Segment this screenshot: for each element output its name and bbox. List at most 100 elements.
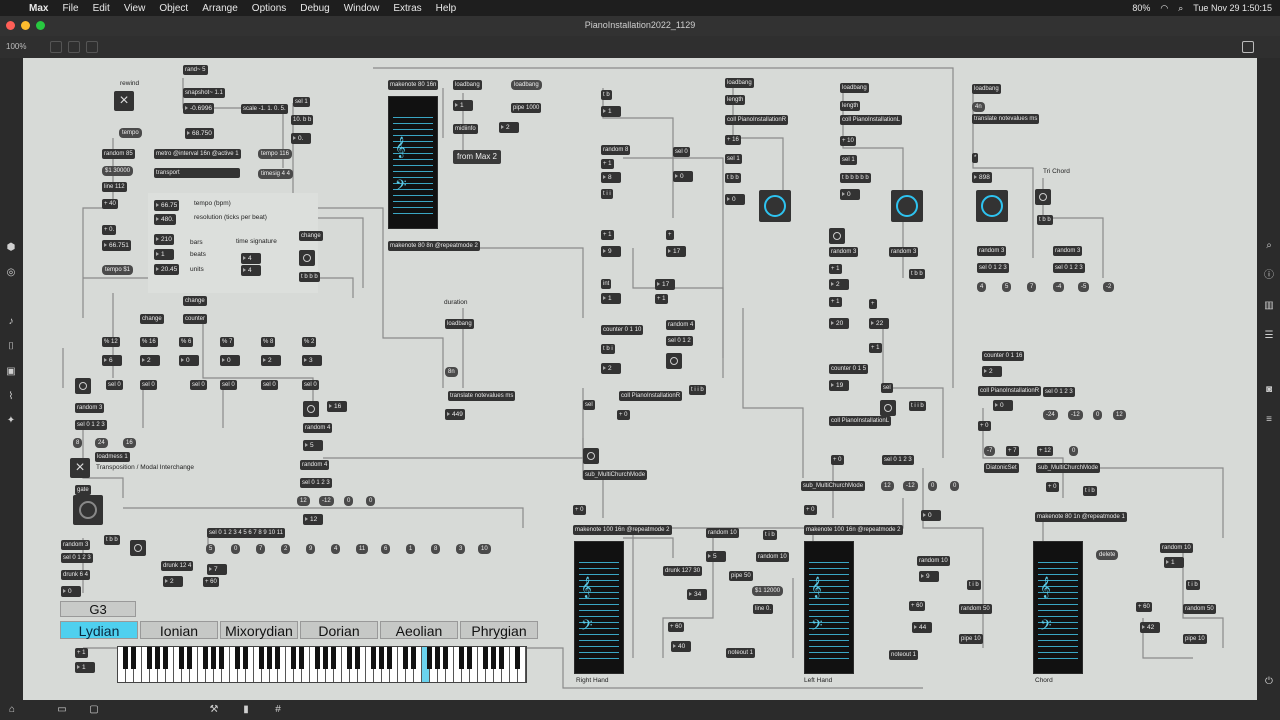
pipe10-object-b[interactable]: pipe 10	[1183, 634, 1207, 644]
number-40[interactable]: 40	[671, 641, 691, 652]
coll-l-object-1[interactable]: coll PianoInstallationL	[840, 115, 903, 125]
black-key[interactable]	[427, 647, 432, 669]
tbb-object-d[interactable]: t b b	[1037, 215, 1053, 225]
number-17b[interactable]: 17	[655, 279, 675, 290]
plus-object-c[interactable]: +	[666, 230, 674, 240]
loadbang-object-6[interactable]: loadbang	[972, 84, 1001, 94]
plus60-object-c[interactable]: + 60	[909, 601, 925, 611]
counter-object[interactable]: counter	[183, 314, 208, 324]
random3e-object[interactable]: random 3	[977, 246, 1007, 256]
random10d-object[interactable]: random 10	[1160, 543, 1193, 553]
menu-max[interactable]: Max	[22, 3, 55, 14]
ring-indicator-1[interactable]	[759, 190, 791, 222]
mod2-result[interactable]: 3	[302, 355, 322, 366]
black-key[interactable]	[347, 647, 352, 669]
length-object-1[interactable]: length	[725, 95, 746, 105]
bang-random3[interactable]	[829, 228, 845, 244]
random4c-object[interactable]: random 4	[666, 320, 696, 330]
msg-12b[interactable]: 12	[881, 481, 894, 491]
grid-bottom-icon[interactable]: #	[272, 704, 284, 716]
number-20[interactable]: 20	[829, 318, 849, 329]
number-1e[interactable]: 1	[1164, 557, 1184, 568]
black-key[interactable]	[211, 647, 216, 669]
counter0110-object[interactable]: counter 0 1 10	[601, 325, 644, 335]
sel0123c-object[interactable]: sel 0 1 2 3	[61, 553, 93, 563]
counter0116-object[interactable]: counter 0 1 16	[982, 351, 1025, 361]
chord-msg-12[interactable]: 12	[1113, 410, 1126, 420]
tempo116-message[interactable]: tempo 116	[258, 149, 292, 159]
delete-message[interactable]: delete	[1096, 550, 1119, 560]
plus1c-object[interactable]: + 1	[601, 230, 614, 240]
black-key[interactable]	[299, 647, 304, 669]
tib-object-a[interactable]: t i b	[763, 530, 777, 540]
mod6-result[interactable]: 0	[179, 355, 199, 366]
tempo-message[interactable]: tempo	[119, 128, 142, 138]
sub-multichurchmode-2[interactable]: sub_MultiChurchMode	[801, 481, 866, 491]
chord-msg-7[interactable]: 7	[1027, 282, 1037, 292]
plus7-object[interactable]: + 7	[1006, 446, 1019, 456]
loadbang-object-2[interactable]: loadbang	[511, 80, 542, 90]
plus40-object[interactable]: + 40	[102, 199, 118, 209]
number-0f[interactable]: 0	[840, 189, 860, 200]
change3-object[interactable]: change	[140, 314, 164, 324]
number-5[interactable]: 5	[303, 440, 323, 451]
plus0c-object[interactable]: + 0	[573, 505, 586, 515]
plus0f-object[interactable]: + 0	[1046, 482, 1059, 492]
menu-window[interactable]: Window	[337, 3, 387, 14]
coll-r-object-2[interactable]: coll PianoInstallationR	[725, 115, 789, 125]
loadbang-object-5[interactable]: loadbang	[840, 83, 869, 93]
plus12-object[interactable]: + 12	[1037, 446, 1053, 456]
row-val-2[interactable]: 7	[256, 544, 266, 554]
tbb-object-b[interactable]: t b b	[725, 173, 741, 183]
black-key[interactable]	[179, 647, 184, 669]
chord-msg-0[interactable]: 0	[1093, 410, 1103, 420]
plus0d-object[interactable]: + 0	[831, 455, 844, 465]
rewind-toggle[interactable]: ×	[114, 91, 134, 111]
sel012a-object[interactable]: sel 0 1 2	[666, 336, 693, 346]
lock-bottom-icon[interactable]: ⌂	[6, 704, 18, 716]
number-19[interactable]: 19	[829, 380, 849, 391]
target-icon[interactable]: ◎	[5, 267, 17, 279]
transport-object[interactable]: transport	[154, 168, 240, 178]
metro-object[interactable]: metro @interval 16n @active 1	[154, 149, 241, 159]
plus1-result[interactable]: 1	[75, 662, 95, 673]
pipe1000-object[interactable]: pipe 1000	[511, 103, 542, 113]
clock[interactable]: Tue Nov 29 1:50:15	[1193, 3, 1272, 13]
number-0g[interactable]: 0	[921, 510, 941, 521]
msg-0a[interactable]: 0	[344, 496, 354, 506]
number-9b[interactable]: 9	[919, 571, 939, 582]
makenote-object-2[interactable]: makenote 100 16n @repeatmode 2	[573, 525, 672, 535]
msg-0d[interactable]: 0	[950, 481, 960, 491]
row-val-8[interactable]: 1	[406, 544, 416, 554]
number-34[interactable]: 34	[687, 589, 707, 600]
lock-icon[interactable]	[50, 41, 62, 53]
number-8[interactable]: 8	[601, 172, 621, 183]
menu-view[interactable]: View	[117, 3, 153, 14]
tempo-s1-message[interactable]: tempo $1	[102, 265, 134, 275]
chord-msg-4[interactable]: 4	[977, 282, 987, 292]
piano-keyboard[interactable]	[117, 646, 527, 683]
presentation-icon[interactable]: ▭	[56, 704, 68, 716]
chord-msg-neg7[interactable]: -7	[984, 446, 996, 456]
tib-object-b[interactable]: t i b	[967, 580, 981, 590]
row-val-1[interactable]: 0	[231, 544, 241, 554]
chord-msg-neg4[interactable]: -4	[1053, 282, 1065, 292]
drunk-number[interactable]: 0	[61, 586, 81, 597]
rand-object[interactable]: rand~ 5	[183, 65, 208, 75]
black-key[interactable]	[163, 647, 168, 669]
ring-indicator-2[interactable]	[891, 190, 923, 222]
sel-object-b[interactable]: sel	[881, 383, 893, 393]
grid-icon[interactable]	[1242, 41, 1254, 53]
plus0-object[interactable]: + 0.	[102, 225, 117, 235]
random10c-object[interactable]: random 10	[917, 556, 950, 566]
row-val-5[interactable]: 4	[331, 544, 341, 554]
msg-neg12b[interactable]: -12	[903, 481, 918, 491]
tbb-object-a[interactable]: t b b	[104, 535, 120, 545]
bang-coll-l[interactable]	[880, 400, 896, 416]
change-object[interactable]: change	[299, 231, 323, 241]
black-key[interactable]	[219, 647, 224, 669]
plus1-object[interactable]: + 1	[75, 648, 88, 658]
info-icon[interactable]: ⓘ	[1263, 270, 1275, 282]
number-17a[interactable]: 17	[666, 246, 686, 257]
row-val-3[interactable]: 2	[281, 544, 291, 554]
